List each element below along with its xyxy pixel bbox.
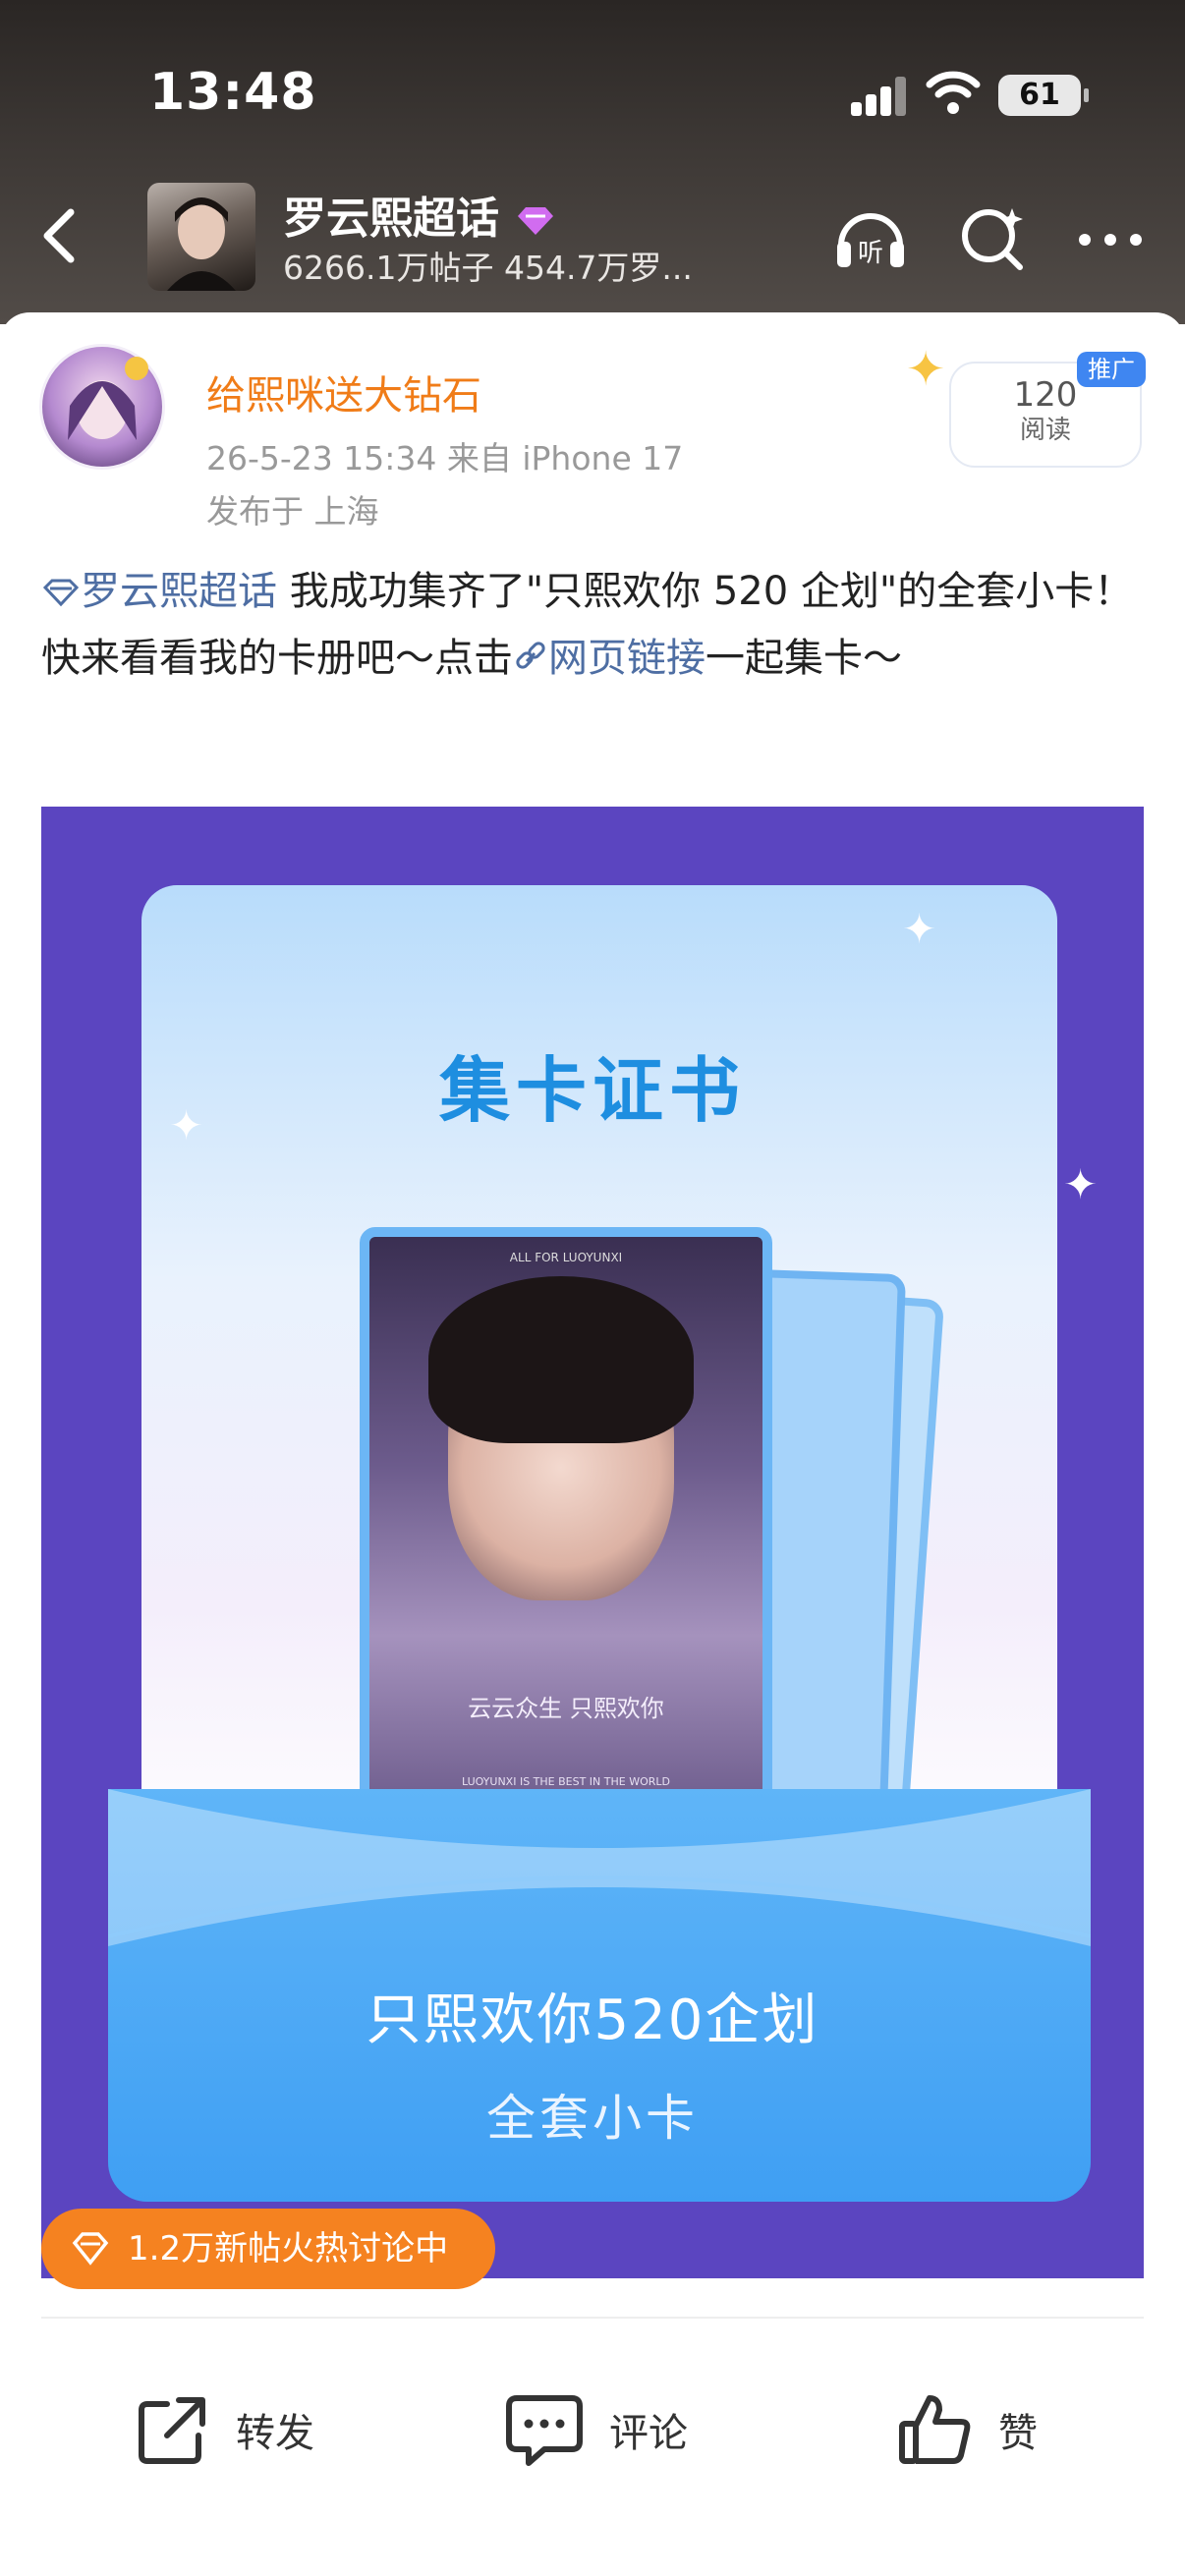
- post-card: 给熙咪送大钻石 26-5-23 15:34 来自 iPhone 17 发布于 上…: [0, 312, 1185, 2576]
- listen-headphones-icon[interactable]: 听: [831, 200, 910, 275]
- diamond-icon: [72, 2232, 109, 2266]
- comment-label: 评论: [609, 2411, 688, 2456]
- photo-card-top-text: ALL FOR LUOYUNXI: [509, 1251, 623, 1264]
- share-icon: [139, 2397, 205, 2464]
- post-location: 发布于 上海: [206, 492, 379, 531]
- back-arrow-icon[interactable]: [29, 204, 88, 267]
- search-icon[interactable]: [953, 200, 1032, 275]
- envelope-title: 只熙欢你520企划: [366, 1988, 819, 2052]
- post-username[interactable]: 给熙咪送大钻石: [206, 364, 481, 420]
- diamond-icon: [518, 207, 554, 235]
- portrait-hair: [428, 1276, 694, 1443]
- divider: [41, 2317, 1144, 2319]
- link-icon: [516, 642, 545, 669]
- post-text: 罗云熙超话 我成功集齐了"只熙欢你 520 企划"的全套小卡！快来看看我的卡册吧…: [41, 558, 1152, 692]
- more-options-icon[interactable]: [1071, 200, 1150, 275]
- diamond-icon: [42, 579, 80, 607]
- topic-navbar: 罗云熙超话 6266.1万帖子 454.7万罗... 听: [0, 177, 1185, 295]
- thumbs-up-icon: [899, 2395, 971, 2464]
- sparkle-icon: ✦: [902, 905, 937, 953]
- post-image[interactable]: ✦ ✦ ✦ 集卡证书 ALL FOR LUOYUNXI 云云众生 只熙欢你 LU…: [41, 807, 1144, 2278]
- topic-stats: 6266.1万帖子 454.7万罗...: [283, 249, 693, 287]
- topic-link[interactable]: 罗云熙超话: [41, 569, 277, 614]
- repost-label: 转发: [236, 2411, 314, 2456]
- read-label: 阅读: [1019, 416, 1071, 445]
- envelope-subtitle: 全套小卡: [486, 2090, 699, 2147]
- topic-title[interactable]: 罗云熙超话: [283, 183, 557, 246]
- like-label: 赞: [998, 2411, 1038, 2456]
- user-avatar[interactable]: [39, 344, 165, 470]
- photo-card-slogan: 云云众生 只熙欢你: [468, 1695, 664, 1722]
- post-time-device: 26-5-23 15:34 来自 iPhone 17: [206, 439, 684, 477]
- hot-discussion-badge[interactable]: 1.2万新帖火热讨论中: [41, 2209, 496, 2289]
- status-bar: 13:48 61: [0, 0, 1185, 187]
- hot-badge-text: 1.2万新帖火热讨论中: [128, 2229, 449, 2268]
- photo-card: ALL FOR LUOYUNXI 云云众生 只熙欢你 LUOYUNXI IS T…: [360, 1227, 772, 1817]
- cellular-signal-icon: [851, 77, 906, 116]
- star-decoration-icon: ✦: [906, 342, 946, 397]
- photo-card-bottom-text: LUOYUNXI IS THE BEST IN THE WORLD: [461, 1775, 670, 1788]
- status-time: 13:48: [149, 63, 317, 122]
- topic-avatar[interactable]: [147, 183, 255, 291]
- battery-indicator: 61: [998, 75, 1089, 116]
- promo-tag: 推广: [1077, 352, 1146, 387]
- sparkle-icon: ✦: [1063, 1160, 1099, 1208]
- comment-icon: [506, 2395, 583, 2466]
- listen-label: 听: [858, 239, 883, 268]
- certificate-title: 集卡证书: [438, 1049, 746, 1132]
- post-body-2: 一起集卡～: [705, 636, 902, 681]
- wifi-icon: [926, 71, 981, 114]
- like-button[interactable]: 赞: [896, 2385, 1038, 2474]
- repost-button[interactable]: 转发: [134, 2385, 314, 2474]
- comment-button[interactable]: 评论: [503, 2385, 688, 2474]
- web-link[interactable]: 网页链接: [513, 636, 705, 681]
